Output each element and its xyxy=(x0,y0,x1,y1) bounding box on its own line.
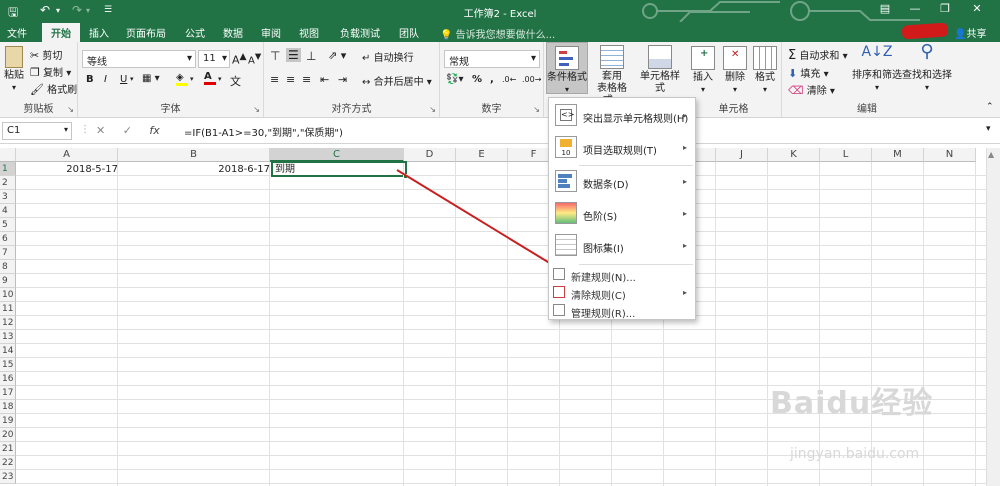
submenu-arrow-icon: ▸ xyxy=(683,143,688,152)
new-rule-icon xyxy=(553,268,565,280)
menu-separator xyxy=(579,264,693,265)
baidu-watermark: Baidu经验 xyxy=(770,386,934,421)
menu-label-new-rule: 新建规则(N)... xyxy=(571,273,636,284)
menu-item-clear-rules[interactable]: 清除规则(C) ▸ xyxy=(549,284,695,302)
menu-label-top-bottom: 项目选取规则(T) xyxy=(583,146,657,157)
menu-label-highlight: 突出显示单元格规则(H) xyxy=(583,114,689,125)
submenu-arrow-icon: ▸ xyxy=(683,209,688,218)
color-scales-icon xyxy=(555,202,577,224)
menu-item-manage-rules[interactable]: 管理规则(R)... xyxy=(549,302,695,320)
menu-item-highlight-rules[interactable]: <> 突出显示单元格规则(H) ▸ xyxy=(549,100,695,132)
menu-label-icon-sets: 图标集(I) xyxy=(583,244,624,255)
menu-label-color-scales: 色阶(S) xyxy=(583,212,618,223)
submenu-arrow-icon: ▸ xyxy=(683,177,688,186)
menu-item-icon-sets[interactable]: 图标集(I) ▸ xyxy=(549,230,695,262)
menu-item-top-bottom-rules[interactable]: 10 项目选取规则(T) ▸ xyxy=(549,132,695,164)
highlight-cells-icon: <> xyxy=(555,104,577,126)
menu-label-manage-rules: 管理规则(R)... xyxy=(571,309,636,320)
icon-sets-icon xyxy=(555,234,577,256)
submenu-arrow-icon: ▸ xyxy=(683,241,688,250)
baidu-watermark-url: jingyan.baidu.com xyxy=(790,446,920,462)
menu-item-new-rule[interactable]: 新建规则(N)... xyxy=(549,266,695,284)
menu-item-color-scales[interactable]: 色阶(S) ▸ xyxy=(549,198,695,230)
menu-label-data-bars: 数据条(D) xyxy=(583,180,629,191)
menu-item-data-bars[interactable]: 数据条(D) ▸ xyxy=(549,166,695,198)
manage-rules-icon xyxy=(553,304,565,316)
menu-label-clear-rules: 清除规则(C) xyxy=(571,291,626,302)
data-bars-icon xyxy=(555,170,577,192)
clear-rules-icon xyxy=(553,286,565,298)
submenu-arrow-icon: ▸ xyxy=(683,288,688,297)
excel-window: 🖫 ↶ ▾ ↷ ▾ ☰ 工作簿2 - Excel ▤ — ❐ ✕ 文件 开始 插… xyxy=(0,0,1000,486)
top-bottom-icon: 10 xyxy=(555,136,577,158)
submenu-arrow-icon: ▸ xyxy=(683,111,688,120)
conditional-formatting-menu: <> 突出显示单元格规则(H) ▸ 10 项目选取规则(T) ▸ 数据条(D) … xyxy=(548,97,696,320)
